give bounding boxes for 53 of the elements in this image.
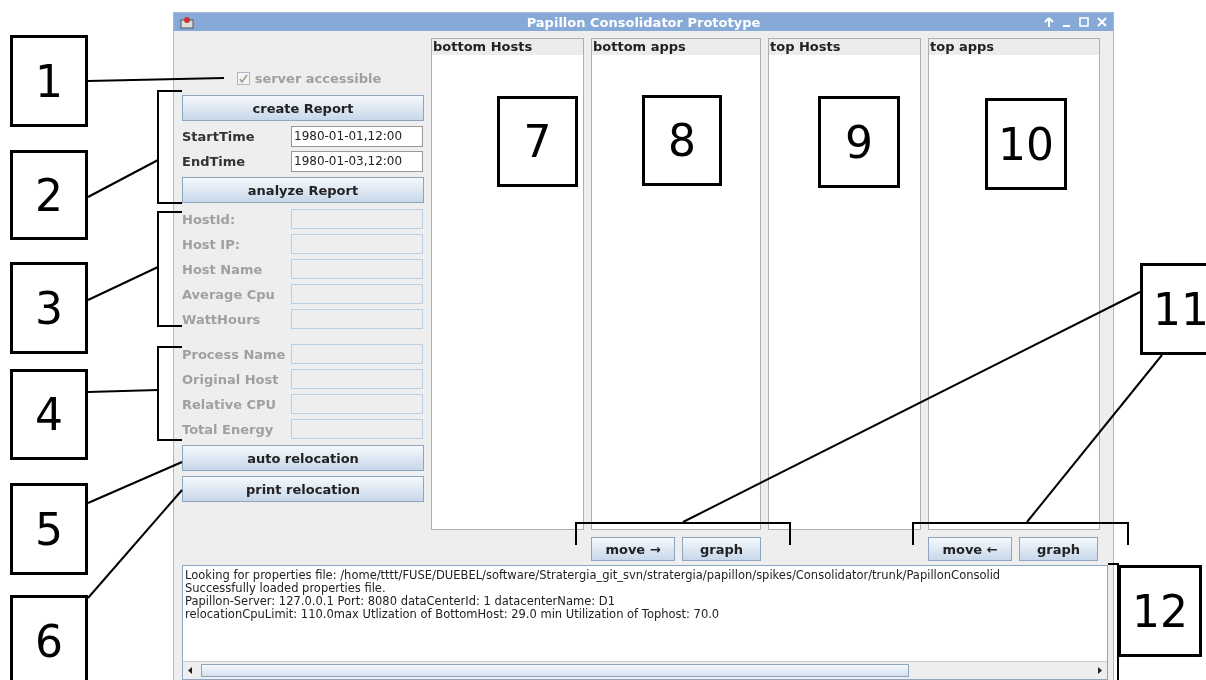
list-action-button[interactable]: move → — [591, 537, 675, 561]
log-line: Papillon-Server: 127.0.0.1 Port: 8080 dataCenterId: 1 datacenterName: D1 — [185, 595, 615, 608]
field-label: Host IP: — [182, 236, 241, 252]
log-line: Looking for properties file: /home/tttt/FUSE/DUEBEL/software/Stratergia_git_svn/stratergia/papillon/spikes/Consolidator/trunk/PapillonConsolid — [185, 569, 1002, 582]
leader-line — [87, 389, 159, 393]
field-label: WattHours — [182, 311, 262, 327]
log-area[interactable] — [182, 565, 1108, 680]
log-line: Successfully loaded properties file. — [185, 582, 386, 595]
callout-number: 4 — [10, 369, 88, 460]
leader-line — [87, 159, 159, 198]
list-header: bottom Hosts — [432, 39, 583, 55]
field-label: StartTime — [182, 128, 256, 144]
relocation-button[interactable]: auto relocation — [182, 445, 424, 471]
callout-number: 2 — [10, 150, 88, 240]
callout-number: 5 — [10, 483, 88, 575]
list-action-button[interactable]: graph — [1019, 537, 1098, 561]
window-title: Papillon Consolidator Prototype — [526, 14, 761, 30]
list-header: top apps — [929, 39, 1099, 55]
relocation-button[interactable]: print relocation — [182, 476, 424, 502]
scrollbar-thumb[interactable] — [201, 664, 909, 677]
callout-number: 8 — [642, 95, 722, 186]
up-arrow-icon[interactable] — [1044, 16, 1054, 28]
field-label: Process Name — [182, 346, 287, 362]
analyze-report-button[interactable]: analyze Report — [182, 177, 424, 203]
log-line: relocationCpuLimit: 110.0max Utlization of BottomHost: 29.0 min Utilization of Tophost: 70.0 — [185, 608, 721, 621]
input-field[interactable]: 1980-01-03,12:00 — [291, 150, 423, 172]
list-action-button[interactable]: move ← — [928, 537, 1012, 561]
callout-number: 12 — [1118, 565, 1202, 657]
callout-number: 1 — [10, 35, 88, 127]
field-label: EndTime — [182, 153, 247, 169]
callout-number: 11 — [1140, 263, 1206, 355]
field-label: Original Host — [182, 371, 280, 387]
app-icon — [180, 15, 194, 29]
leader-line — [87, 266, 159, 301]
callout-number: 6 — [10, 595, 88, 680]
horizontal-scrollbar[interactable] — [183, 661, 1107, 679]
checkbox-label: server accessible — [254, 70, 382, 86]
callout-number: 7 — [497, 96, 578, 187]
close-icon[interactable] — [1097, 17, 1107, 27]
field-label: Host Name — [182, 261, 264, 277]
callout-number: 9 — [818, 96, 900, 188]
input-field[interactable]: 1980-01-01,12:00 — [291, 125, 423, 147]
list-header: top Hosts — [769, 39, 920, 55]
list-action-button[interactable]: graph — [682, 537, 761, 561]
list-header: bottom apps — [592, 39, 760, 55]
maximize-icon[interactable] — [1079, 17, 1089, 27]
field-label: Total Energy — [182, 421, 275, 437]
callout-number: 3 — [10, 262, 88, 354]
field-label: HostId: — [182, 211, 237, 227]
create-report-button[interactable]: create Report — [182, 95, 424, 121]
field-label: Relative CPU — [182, 396, 278, 412]
callout-number: 10 — [985, 98, 1067, 190]
field-label: Average Cpu — [182, 286, 276, 302]
